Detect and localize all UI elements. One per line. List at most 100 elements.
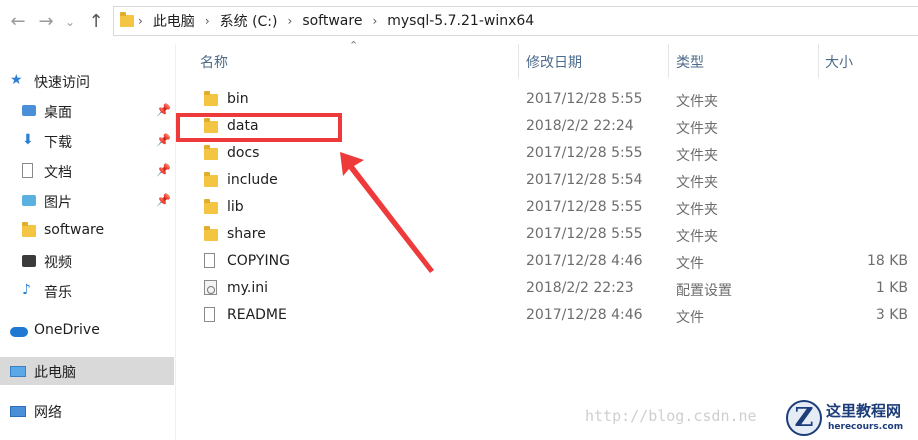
- watermark-text: http://blog.csdn.ne: [585, 407, 757, 425]
- list-item[interactable]: share 2017/12/28 5:55 文件夹: [190, 222, 918, 249]
- file-date: 2017/12/28 5:54: [526, 172, 643, 188]
- pin-icon[interactable]: 📌: [156, 163, 171, 177]
- file-date: 2017/12/28 4:46: [526, 253, 643, 269]
- recent-locations-chevron-icon[interactable]: ⌄: [60, 12, 80, 32]
- folder-icon: [120, 12, 134, 27]
- sidebar-item-label: 快速访问: [34, 75, 90, 91]
- list-item[interactable]: README 2017/12/28 4:46 文件 3 KB: [190, 303, 918, 330]
- column-header-size[interactable]: 大小: [825, 44, 853, 82]
- file-type: 文件: [676, 310, 704, 326]
- file-type: 配置设置: [676, 283, 732, 299]
- pin-icon[interactable]: 📌: [156, 193, 171, 207]
- sidebar-item-documents[interactable]: 文档 📌: [0, 157, 174, 185]
- file-size: 18 KB: [866, 253, 908, 269]
- file-name: include: [227, 172, 278, 188]
- file-icon: [204, 253, 215, 268]
- file-size: 1 KB: [875, 280, 908, 296]
- column-header-name[interactable]: 名称: [200, 44, 228, 82]
- file-name: my.ini: [227, 280, 269, 296]
- folder-icon: [204, 91, 218, 106]
- list-item[interactable]: my.ini 2018/2/2 22:23 配置设置 1 KB: [190, 276, 918, 303]
- list-item[interactable]: bin 2017/12/28 5:55 文件夹: [190, 87, 918, 114]
- annotation-arrow-shape: [340, 152, 434, 273]
- file-name: COPYING: [227, 253, 290, 269]
- sidebar-item-label: 音乐: [44, 285, 72, 301]
- sidebar-item-music[interactable]: ♪ 音乐: [0, 277, 174, 305]
- list-item[interactable]: lib 2017/12/28 5:55 文件夹: [190, 195, 918, 222]
- site-logo: Z 这里教程网 herecours.com: [780, 397, 918, 440]
- forward-arrow-icon[interactable]: →: [36, 12, 56, 32]
- file-date: 2018/2/2 22:24: [526, 118, 634, 134]
- file-name: README: [227, 307, 287, 323]
- video-icon: [22, 255, 36, 267]
- settings-file-icon: [204, 280, 217, 295]
- annotation-highlight-box: [176, 113, 342, 142]
- file-type: 文件夹: [676, 202, 718, 218]
- file-name: bin: [227, 91, 249, 107]
- sidebar-item-downloads[interactable]: ⬇ 下载 📌: [0, 127, 174, 155]
- sidebar-item-label: 文档: [44, 165, 72, 181]
- file-type: 文件夹: [676, 148, 718, 164]
- navigation-pane: ★ 快速访问 桌面 📌 ⬇ 下载 📌 文档 📌 图片 📌 software 视频…: [0, 44, 176, 440]
- logo-mark: Z: [786, 400, 822, 436]
- breadcrumb-separator-icon[interactable]: ›: [284, 14, 297, 28]
- star-icon: ★: [10, 72, 23, 88]
- sidebar-item-network[interactable]: 网络: [0, 397, 174, 425]
- sidebar-item-pictures[interactable]: 图片 📌: [0, 187, 174, 215]
- folder-icon: [204, 145, 218, 160]
- file-name: lib: [227, 199, 244, 215]
- folder-icon: [22, 222, 36, 237]
- breadcrumb-this-pc[interactable]: 此电脑: [147, 11, 201, 31]
- breadcrumb-software[interactable]: software: [296, 13, 368, 29]
- sidebar-item-label: 下载: [44, 135, 72, 151]
- sort-ascending-icon: ⌃: [349, 39, 359, 52]
- desktop-icon: [22, 105, 36, 116]
- annotation-arrow: [340, 152, 434, 273]
- folder-icon: [204, 199, 218, 214]
- list-item[interactable]: COPYING 2017/12/28 4:46 文件 18 KB: [190, 249, 918, 276]
- file-date: 2017/12/28 5:55: [526, 199, 643, 215]
- column-header-date[interactable]: 修改日期: [526, 44, 582, 82]
- column-divider[interactable]: [668, 44, 669, 78]
- breadcrumb[interactable]: › 此电脑 › 系统 (C:) › software › mysql-5.7.2…: [113, 6, 918, 36]
- pictures-icon: [22, 195, 36, 206]
- breadcrumb-separator-icon[interactable]: ›: [134, 14, 147, 28]
- back-arrow-icon[interactable]: ←: [8, 12, 28, 32]
- computer-icon: [10, 366, 26, 377]
- download-arrow-icon: ⬇: [22, 132, 34, 148]
- pin-icon[interactable]: 📌: [156, 103, 171, 117]
- file-type: 文件: [676, 256, 704, 272]
- breadcrumb-drive-c[interactable]: 系统 (C:): [214, 11, 284, 31]
- sidebar-item-label: software: [44, 222, 105, 238]
- column-header-type[interactable]: 类型: [676, 44, 704, 82]
- column-divider[interactable]: [818, 44, 819, 78]
- music-note-icon: ♪: [22, 282, 31, 298]
- breadcrumb-separator-icon[interactable]: ›: [368, 14, 381, 28]
- file-date: 2017/12/28 5:55: [526, 226, 643, 242]
- logo-url: herecours.com: [828, 422, 904, 432]
- file-type: 文件夹: [676, 229, 718, 245]
- sidebar-item-desktop[interactable]: 桌面 📌: [0, 97, 174, 125]
- logo-name: 这里教程网: [826, 402, 902, 420]
- column-divider[interactable]: [518, 44, 519, 78]
- list-item[interactable]: include 2017/12/28 5:54 文件夹: [190, 168, 918, 195]
- breadcrumb-separator-icon[interactable]: ›: [201, 14, 214, 28]
- sidebar-item-onedrive[interactable]: OneDrive: [0, 317, 174, 345]
- file-name: share: [227, 226, 266, 242]
- file-date: 2018/2/2 22:23: [526, 280, 634, 296]
- sidebar-item-software[interactable]: software: [0, 217, 174, 245]
- sidebar-item-quick-access[interactable]: ★ 快速访问: [0, 67, 174, 95]
- document-icon: [22, 163, 33, 178]
- folder-icon: [204, 172, 218, 187]
- breadcrumb-mysql[interactable]: mysql-5.7.21-winx64: [381, 13, 540, 29]
- pin-icon[interactable]: 📌: [156, 133, 171, 147]
- up-arrow-icon[interactable]: ↑: [86, 12, 106, 32]
- sidebar-item-videos[interactable]: 视频: [0, 247, 174, 275]
- sidebar-item-label: 桌面: [44, 105, 72, 121]
- file-type: 文件夹: [676, 175, 718, 191]
- list-item[interactable]: docs 2017/12/28 5:55 文件夹: [190, 141, 918, 168]
- network-icon: [10, 406, 26, 417]
- sidebar-item-label: 视频: [44, 255, 72, 271]
- sidebar-item-label: 此电脑: [34, 365, 76, 381]
- sidebar-item-this-pc[interactable]: 此电脑: [0, 357, 174, 385]
